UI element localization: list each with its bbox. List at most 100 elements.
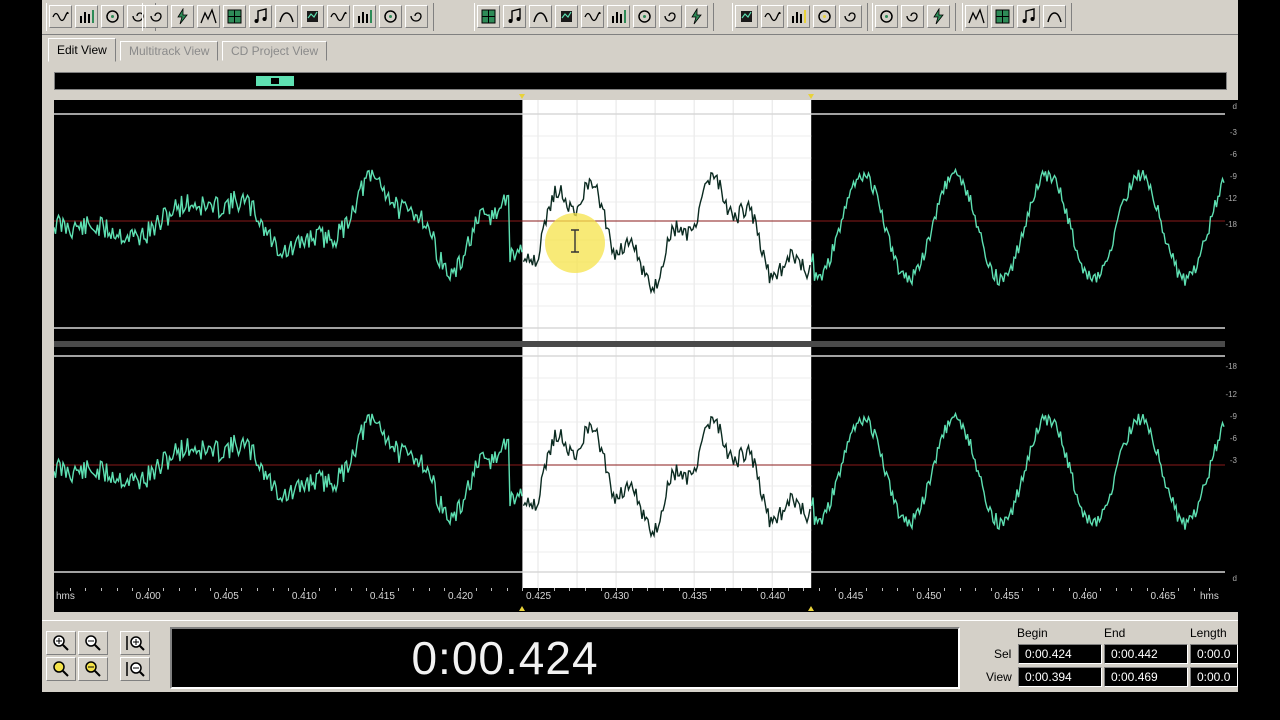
overview-thumb[interactable] xyxy=(256,76,294,86)
ruler-tick xyxy=(194,588,196,591)
ruler-label: 0.460 xyxy=(1072,591,1098,602)
echo-icon xyxy=(307,11,318,22)
ruler-tick xyxy=(100,588,102,591)
pitch-icon xyxy=(410,12,422,22)
screen-edge-left xyxy=(0,0,42,720)
ruler-label: 0.450 xyxy=(916,591,942,602)
toolbar-group-5 xyxy=(872,3,956,31)
reverb-button[interactable] xyxy=(353,5,376,28)
frequency-button[interactable] xyxy=(555,5,578,28)
amplify-icon xyxy=(150,12,162,22)
bars-button[interactable] xyxy=(659,5,682,28)
zoom-to-selection-button[interactable] xyxy=(46,657,76,681)
snap-button[interactable] xyxy=(1043,5,1066,28)
audio-editor-window: Edit View Multitrack View CD Project Vie… xyxy=(42,0,1238,720)
ruler-tick xyxy=(616,588,618,591)
amplitude-label: -12 xyxy=(1225,390,1237,399)
zoom-in-vertical-button[interactable] xyxy=(120,631,150,655)
toolbar-group-3 xyxy=(474,3,714,31)
view-row-label: View xyxy=(986,670,1012,684)
zoom-full-button[interactable] xyxy=(78,657,108,681)
waveform-button[interactable] xyxy=(75,5,98,28)
meter-button[interactable] xyxy=(503,5,526,28)
phase-button[interactable] xyxy=(223,5,246,28)
delay-button[interactable] xyxy=(275,5,298,28)
ruler-tick xyxy=(928,588,930,591)
horn-button[interactable] xyxy=(991,5,1014,28)
delay-icon xyxy=(279,12,294,23)
amplitude-label: -9 xyxy=(1229,172,1237,181)
waveform-canvas[interactable] xyxy=(54,100,1225,588)
ruler-tick xyxy=(834,588,836,591)
ruler-tick xyxy=(1100,588,1102,591)
ruler-tick xyxy=(865,588,867,591)
graph5-button[interactable] xyxy=(839,5,862,28)
tab-edit-view[interactable]: Edit View xyxy=(48,38,116,62)
cue-button[interactable] xyxy=(633,5,656,28)
graph3-button[interactable] xyxy=(787,5,810,28)
selection-marker[interactable] xyxy=(808,606,815,611)
zoom-selection-icon xyxy=(53,661,69,677)
bell-button[interactable] xyxy=(965,5,988,28)
graph4-button[interactable] xyxy=(813,5,836,28)
selection-marker-top[interactable] xyxy=(808,94,815,99)
view-end-field[interactable]: 0:00.469 xyxy=(1104,667,1188,687)
tuning-fork-icon xyxy=(1022,8,1035,23)
ruler-tick xyxy=(1037,588,1039,591)
time-ruler[interactable]: hms 0.400 0.405 0.410 0.415 0.420 0.425 0.430 0.… xyxy=(54,588,1238,612)
waveform-display[interactable] xyxy=(54,100,1225,588)
zoom-out-vertical-button[interactable] xyxy=(120,657,150,681)
overview-scrollbar[interactable] xyxy=(54,72,1227,90)
view-length-field[interactable]: 0:00.0 xyxy=(1190,667,1238,687)
sel-begin-field[interactable]: 0:00.424 xyxy=(1018,644,1102,664)
flanger-button[interactable] xyxy=(379,5,402,28)
crossfade-button[interactable] xyxy=(101,5,124,28)
tab-cd-project-view[interactable]: CD Project View xyxy=(222,41,328,61)
ruler-tick xyxy=(1193,588,1195,591)
tab-multitrack-view[interactable]: Multitrack View xyxy=(120,41,219,61)
cue-icon xyxy=(638,10,651,23)
pitch-button[interactable] xyxy=(405,5,428,28)
ruler-tick xyxy=(897,588,899,591)
view-begin-field[interactable]: 0:00.394 xyxy=(1018,667,1102,687)
sel-end-field[interactable]: 0:00.442 xyxy=(1104,644,1188,664)
toolbar xyxy=(42,0,1238,35)
loop-button[interactable] xyxy=(607,5,630,28)
ruler-tick xyxy=(397,588,399,591)
ruler-tick xyxy=(319,588,321,591)
ruler-tick xyxy=(678,588,680,591)
note-button[interactable] xyxy=(901,5,924,28)
frequency-icon xyxy=(561,11,572,22)
timer-button[interactable] xyxy=(171,5,194,28)
filter-button[interactable] xyxy=(327,5,350,28)
stats-button[interactable] xyxy=(529,5,552,28)
ruler-tick xyxy=(1146,588,1148,591)
marker-button[interactable] xyxy=(477,5,500,28)
envelope-button[interactable] xyxy=(249,5,272,28)
spectral-button[interactable] xyxy=(49,5,72,28)
ruler-tick xyxy=(959,588,961,591)
graph1-button[interactable] xyxy=(735,5,758,28)
graph2-button[interactable] xyxy=(761,5,784,28)
music-button[interactable] xyxy=(927,5,950,28)
marker-icon xyxy=(481,9,496,24)
eq-button[interactable] xyxy=(581,5,604,28)
ruler-label: 0.420 xyxy=(447,591,473,602)
zoom-in-horizontal-button[interactable] xyxy=(46,631,76,655)
ruler-label: 0.440 xyxy=(760,591,786,602)
amplitude-label: -6 xyxy=(1229,434,1237,443)
grid-button[interactable] xyxy=(685,5,708,28)
echo-button[interactable] xyxy=(301,5,324,28)
ruler-tick xyxy=(819,588,821,591)
selection-marker[interactable] xyxy=(519,606,526,611)
zoom-out-horizontal-button[interactable] xyxy=(78,631,108,655)
ruler-label: 0.445 xyxy=(838,591,864,602)
ruler-label: 0.435 xyxy=(682,591,708,602)
amplify-button[interactable] xyxy=(145,5,168,28)
curve-button[interactable] xyxy=(875,5,898,28)
graph2-icon xyxy=(764,11,781,22)
noise-gate-button[interactable] xyxy=(197,5,220,28)
selection-marker-top[interactable] xyxy=(519,94,526,99)
sel-length-field[interactable]: 0:00.0 xyxy=(1190,644,1238,664)
tuning-fork-button[interactable] xyxy=(1017,5,1040,28)
